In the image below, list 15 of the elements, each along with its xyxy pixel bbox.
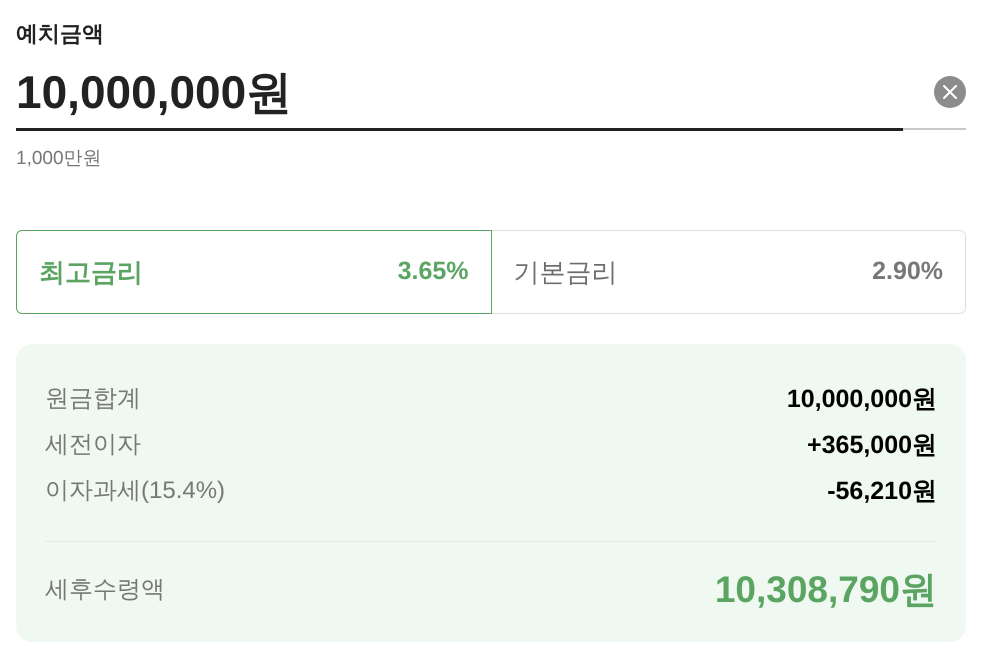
total-label: 세후수령액	[45, 575, 165, 605]
helper-text: 1,000만원	[16, 147, 102, 171]
summary-value: -56,210원	[827, 476, 937, 507]
clear-button[interactable]	[934, 76, 966, 108]
summary-label: 원금합계	[45, 384, 141, 414]
rate-tab[interactable]: 기본금리 2.90%	[490, 230, 966, 314]
summary-value: 10,000,000원	[786, 384, 937, 415]
summary-label: 세전이자	[45, 430, 141, 460]
close-icon	[943, 85, 957, 99]
amount-input[interactable]: 10,000,000원	[16, 65, 903, 131]
summary-label: 이자과세(15.4%)	[45, 476, 226, 506]
rate-tab[interactable]: 최고금리 3.65%	[16, 230, 492, 314]
field-label: 예치금액	[16, 20, 104, 48]
summary-value: +365,000원	[807, 430, 937, 461]
total-value: 10,308,790원	[714, 568, 937, 612]
